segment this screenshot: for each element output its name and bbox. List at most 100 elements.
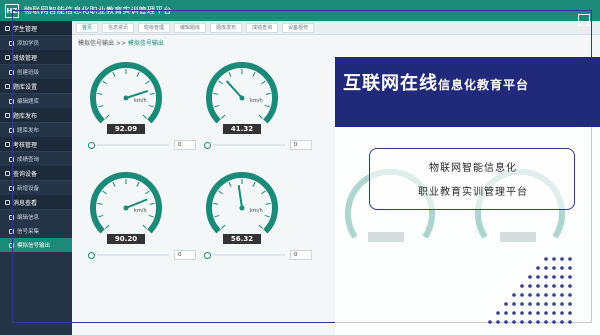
gauge-card: km/h 41.32 0 [204,60,324,180]
menu-icon [5,141,10,147]
gauge-unit: km/h [250,98,263,104]
menu-icon [9,156,14,162]
menu-icon [5,25,10,31]
gauge-unit: km/h [250,208,263,214]
sidebar-item[interactable]: 编辑信息 [0,210,72,224]
sidebar-item[interactable]: 创建班级 [0,65,72,79]
tab-item[interactable]: 班级管理 [138,22,171,33]
gauge-readout: 41.32 [223,124,261,134]
tab-item[interactable]: 设备报修 [282,22,315,33]
sidebar: 学生管理 添加学员 班级管理 创建班级 题库设置 编辑题库 题库发布 题库发布 考核管理 成绩查询… [0,21,72,335]
menu-icon [9,127,14,133]
speed-gauge: km/h [206,172,278,234]
menu-icon [5,170,10,176]
breadcrumb-separator: >> [115,40,126,47]
tab-item[interactable]: 题库发布 [210,22,243,33]
sidebar-item[interactable]: 成绩查询 [0,152,72,166]
slider-handle[interactable] [204,141,211,149]
sidebar-label: 编辑信息 [17,215,40,221]
value-input[interactable]: 0 [174,250,196,260]
value-input[interactable]: 0 [174,140,196,150]
sidebar-group[interactable]: 班级管理 [0,50,72,65]
sidebar-label: 消息查看 [13,199,38,207]
menu-icon [9,69,14,75]
slider-handle[interactable] [88,251,95,259]
gauge-card: km/h 92.09 0 [88,60,208,180]
menu-icon [5,83,10,89]
sidebar-group[interactable]: 题库设置 [0,79,72,94]
menu-icon [5,199,10,205]
sidebar-label: 题库发布 [17,128,40,134]
decorative-dots [488,257,572,324]
menu-icon [9,242,14,248]
sidebar-item[interactable]: 题库发布 [0,123,72,137]
tab-bar: 首页 信息资讯 班级管理 编辑题库 题库发布 成绩查询 设备报修 [72,21,600,35]
menu-icon [9,40,14,46]
breadcrumb-parent[interactable]: 模拟信号输出 [78,40,114,47]
sidebar-label: 考核管理 [13,141,38,149]
sidebar-label: 查询设备 [13,170,38,178]
sidebar-label: 班级管理 [13,54,38,62]
sidebar-label: 学生管理 [13,25,38,33]
sidebar-item[interactable]: 添加学员 [0,36,72,50]
speed-gauge: km/h [90,172,162,234]
sidebar-label: 信号采集 [17,229,40,235]
gauge-readout: 90.20 [107,234,145,244]
menu-icon [5,112,10,118]
gauge-readout: 92.09 [107,124,145,134]
sidebar-group[interactable]: 查询设备 [0,166,72,181]
top-bar: HZ 物联网智能信息化职业教育实训管理平台 [0,0,600,21]
sidebar-label: 题库发布 [13,112,38,120]
sidebar-group[interactable]: 学生管理 [0,21,72,36]
slider-track[interactable] [213,254,285,256]
menu-icon [9,185,14,191]
speed-gauge: km/h [206,62,278,124]
promo-banner: 互联网在线信息化教育平台 [335,57,600,127]
value-input[interactable]: 0 [290,140,312,150]
sidebar-label: 成绩查询 [17,157,40,163]
tab-item[interactable]: 成绩查询 [246,22,279,33]
value-slider-row: 0 [88,250,196,260]
menu-icon [9,98,14,104]
sidebar-item[interactable]: 编辑题库 [0,94,72,108]
sidebar-group[interactable]: 消息查看 [0,195,72,210]
value-slider-row: 0 [204,140,312,150]
gauge-unit: km/h [134,208,147,214]
value-input[interactable]: 0 [290,250,312,260]
value-slider-row: 0 [88,140,196,150]
tab-item[interactable]: 编辑题库 [174,22,207,33]
banner-title-big: 互联网在线 [343,73,438,94]
sidebar-label: 编辑题库 [17,99,40,105]
sidebar-group[interactable]: 题库发布 [0,108,72,123]
tab-item[interactable]: 首页 [76,22,99,33]
value-slider-row: 0 [204,250,312,260]
menu-icon [5,54,10,60]
sidebar-item[interactable]: 新增设备 [0,181,72,195]
sidebar-item[interactable]: 模拟信号输出 [0,238,72,252]
gauge-card: km/h 90.20 0 [88,170,208,290]
sidebar-item[interactable]: 信号采集 [0,224,72,238]
menu-icon [9,228,14,234]
gauge-readout: 56.32 [223,234,261,244]
sidebar-label: 新增设备 [17,186,40,192]
banner-title-small: 信息化教育平台 [438,78,530,92]
tab-item[interactable]: 信息资讯 [102,22,135,33]
corner-box [578,14,590,26]
slider-track[interactable] [97,144,169,146]
app-logo: HZ [5,3,19,18]
sidebar-label: 题库设置 [13,83,38,91]
slider-track[interactable] [97,254,169,256]
sidebar-label: 创建班级 [17,70,40,76]
subtitle-line-2: 职业教育实训管理平台 [418,187,528,198]
sidebar-group[interactable]: 考核管理 [0,137,72,152]
subtitle-box: 物联网智能信息化 职业教育实训管理平台 [369,148,575,210]
sidebar-label: 添加学员 [17,41,40,47]
breadcrumb-current: 模拟信号输出 [127,40,164,47]
slider-track[interactable] [213,144,285,146]
slider-handle[interactable] [88,141,95,149]
slider-handle[interactable] [204,251,211,259]
breadcrumb: 模拟信号输出 >> 模拟信号输出 [78,38,164,47]
gauge-card: km/h 56.32 0 [204,170,324,290]
subtitle-line-1: 物联网智能信息化 [429,163,517,174]
gauge-unit: km/h [134,98,147,104]
